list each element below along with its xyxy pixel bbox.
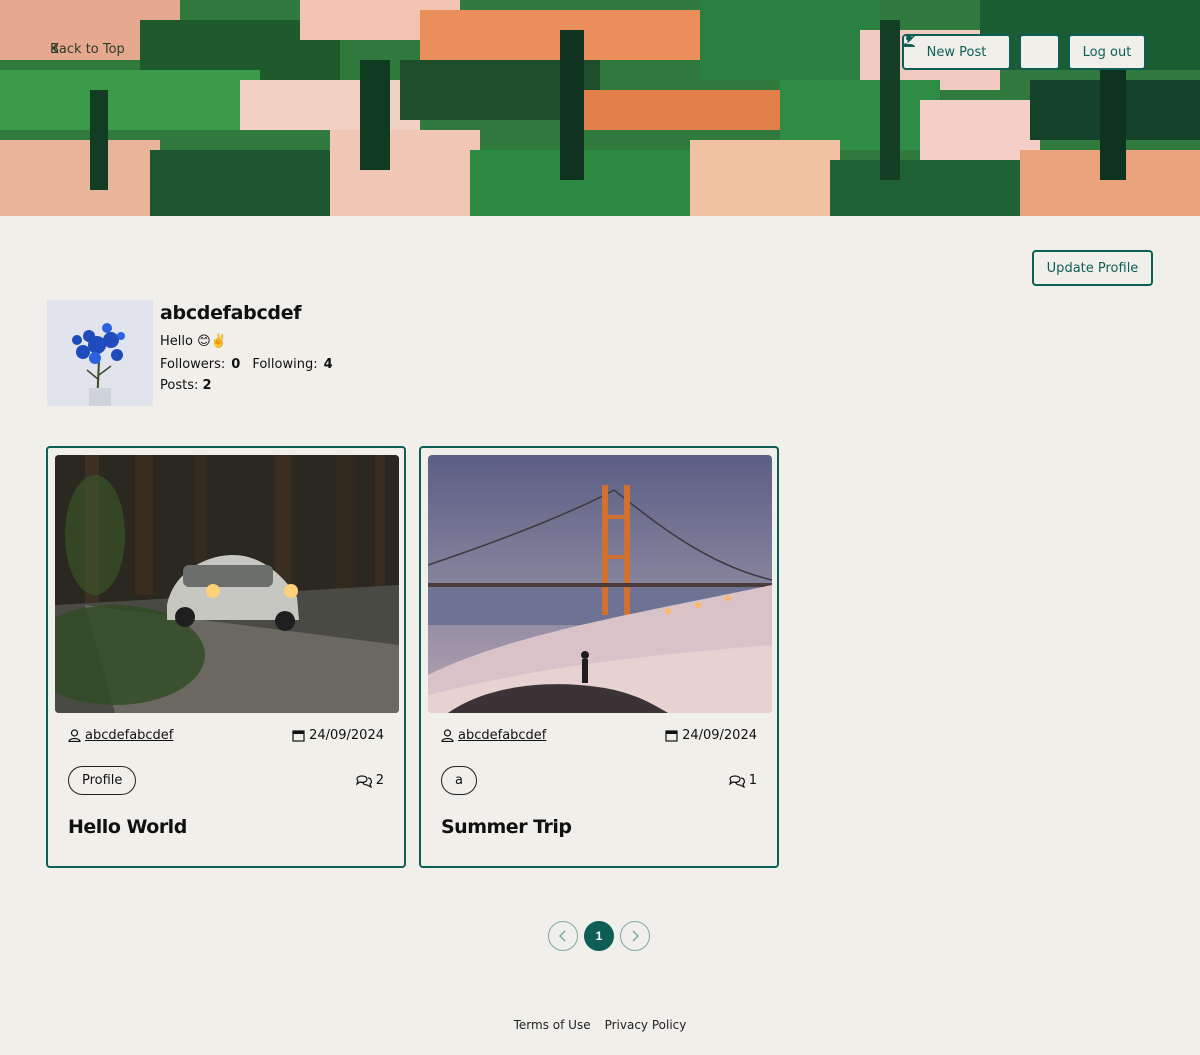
calendar-icon [292, 730, 305, 742]
following-count: 4 [323, 357, 333, 372]
post-author-link[interactable]: abcdefabcdef [68, 728, 173, 743]
comments-icon [355, 775, 372, 788]
calendar-icon [665, 730, 678, 742]
post-comments-count: 1 [748, 773, 757, 788]
post-image[interactable] [55, 455, 399, 713]
posts-count: 2 [202, 378, 212, 393]
pagination: 1 [548, 921, 650, 951]
comments-icon [728, 775, 745, 788]
profile-posts-stat: Posts: 2 [160, 378, 339, 393]
post-title[interactable]: Hello World [68, 816, 187, 838]
next-page-button[interactable] [620, 921, 650, 951]
post-date: 24/09/2024 [665, 728, 757, 743]
page-button-current[interactable]: 1 [584, 921, 614, 951]
post-meta: abcdefabcdef 24/09/2024 [68, 728, 384, 743]
post-comments-count: 2 [375, 773, 384, 788]
post-card[interactable]: abcdefabcdef 24/09/2024 Profile 2 Hello … [46, 446, 406, 868]
post-tags-row: Profile 2 [68, 766, 384, 795]
posts-label: Posts: [160, 378, 199, 393]
update-profile-button[interactable]: Update Profile [1032, 250, 1153, 286]
back-to-top-link[interactable]: Back to Top [50, 42, 125, 57]
chevron-left-icon [51, 42, 59, 54]
post-image[interactable] [428, 455, 772, 713]
followers-label: Followers: [160, 357, 226, 372]
terms-of-use-link[interactable]: Terms of Use [514, 1018, 591, 1032]
chevron-right-icon [632, 930, 640, 942]
post-author-link[interactable]: abcdefabcdef [441, 728, 546, 743]
profile-bio: Hello 😊✌️ [160, 334, 227, 349]
top-actions: New Post Log out [902, 34, 1146, 70]
chevron-left-icon [558, 930, 566, 942]
account-button[interactable] [903, 34, 1060, 70]
post-meta: abcdefabcdef 24/09/2024 [441, 728, 757, 743]
update-profile-label: Update Profile [1046, 260, 1139, 276]
user-icon [441, 729, 454, 742]
user-icon [68, 729, 81, 742]
post-tag[interactable]: a [441, 766, 477, 795]
post-tag[interactable]: Profile [68, 766, 137, 795]
car-forest-photo [55, 455, 399, 713]
footer: Terms of Use Privacy Policy [0, 1018, 1200, 1032]
post-title[interactable]: Summer Trip [441, 816, 572, 838]
post-tags-row: a 1 [441, 766, 757, 795]
profile-username: abcdefabcdef [160, 302, 302, 324]
post-comments: 2 [355, 773, 384, 788]
bridge-fog-photo [428, 455, 772, 713]
profile-banner: Back to Top New Post Log out [0, 0, 1200, 216]
followers-count: 0 [231, 357, 241, 372]
post-date-value: 24/09/2024 [682, 728, 757, 743]
new-post-button[interactable]: New Post [902, 34, 1011, 70]
avatar-flower-image [47, 300, 153, 406]
post-author: abcdefabcdef [85, 728, 174, 743]
post-date: 24/09/2024 [292, 728, 384, 743]
following-label: Following: [252, 357, 318, 372]
post-date-value: 24/09/2024 [309, 728, 384, 743]
post-card[interactable]: abcdefabcdef 24/09/2024 a 1 Summer Trip [419, 446, 779, 868]
privacy-policy-link[interactable]: Privacy Policy [605, 1018, 687, 1032]
post-author: abcdefabcdef [458, 728, 547, 743]
user-icon [903, 35, 915, 47]
logout-button[interactable]: Log out [1068, 34, 1146, 70]
logout-label: Log out [1082, 44, 1132, 60]
profile-follow-stats: Followers: 0 Following: 4 [160, 357, 339, 372]
new-post-label: New Post [926, 44, 987, 60]
banner-painting [0, 0, 1200, 216]
post-comments: 1 [728, 773, 757, 788]
profile-info: abcdefabcdef Hello 😊✌️ Followers: 0 Foll… [160, 302, 339, 393]
previous-page-button[interactable] [548, 921, 578, 951]
avatar [47, 300, 153, 406]
